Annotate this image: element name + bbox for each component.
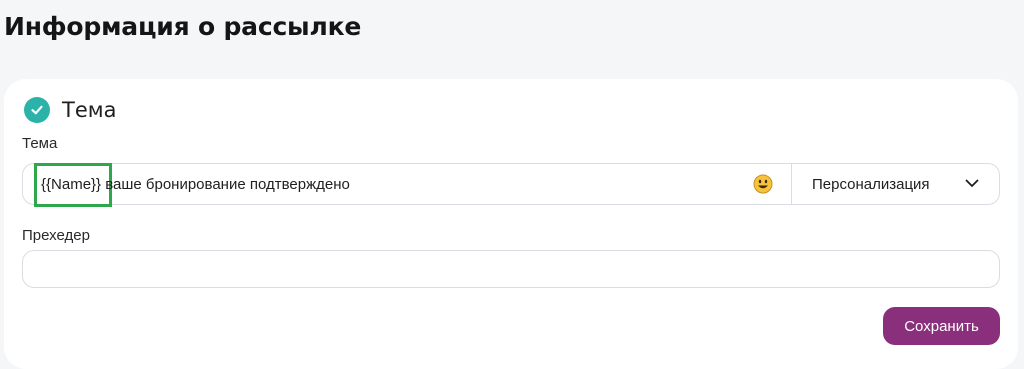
section-title: Тема [62, 98, 117, 122]
check-circle-icon [24, 97, 50, 123]
preheader-label: Прехедер [22, 227, 90, 244]
save-button[interactable]: Сохранить [883, 307, 1000, 345]
subject-input-value: {{Name}} ваше бронирование подтверждено [41, 175, 350, 193]
personalization-label: Персонализация [812, 175, 930, 193]
preheader-input[interactable] [22, 250, 1000, 288]
subject-field: {{Name}} ваше бронирование подтверждено … [22, 163, 1000, 207]
personalization-dropdown[interactable]: Персонализация [791, 164, 999, 204]
subject-card: Тема Тема {{Name}} ваше бронирование под… [4, 79, 1018, 369]
subject-label: Тема [22, 135, 58, 152]
page-title: Информация о рассылке [4, 12, 362, 41]
section-header: Тема [24, 97, 116, 123]
subject-input[interactable]: {{Name}} ваше бронирование подтверждено [23, 163, 791, 207]
smiley-icon[interactable] [753, 174, 773, 194]
chevron-down-icon [965, 175, 979, 193]
